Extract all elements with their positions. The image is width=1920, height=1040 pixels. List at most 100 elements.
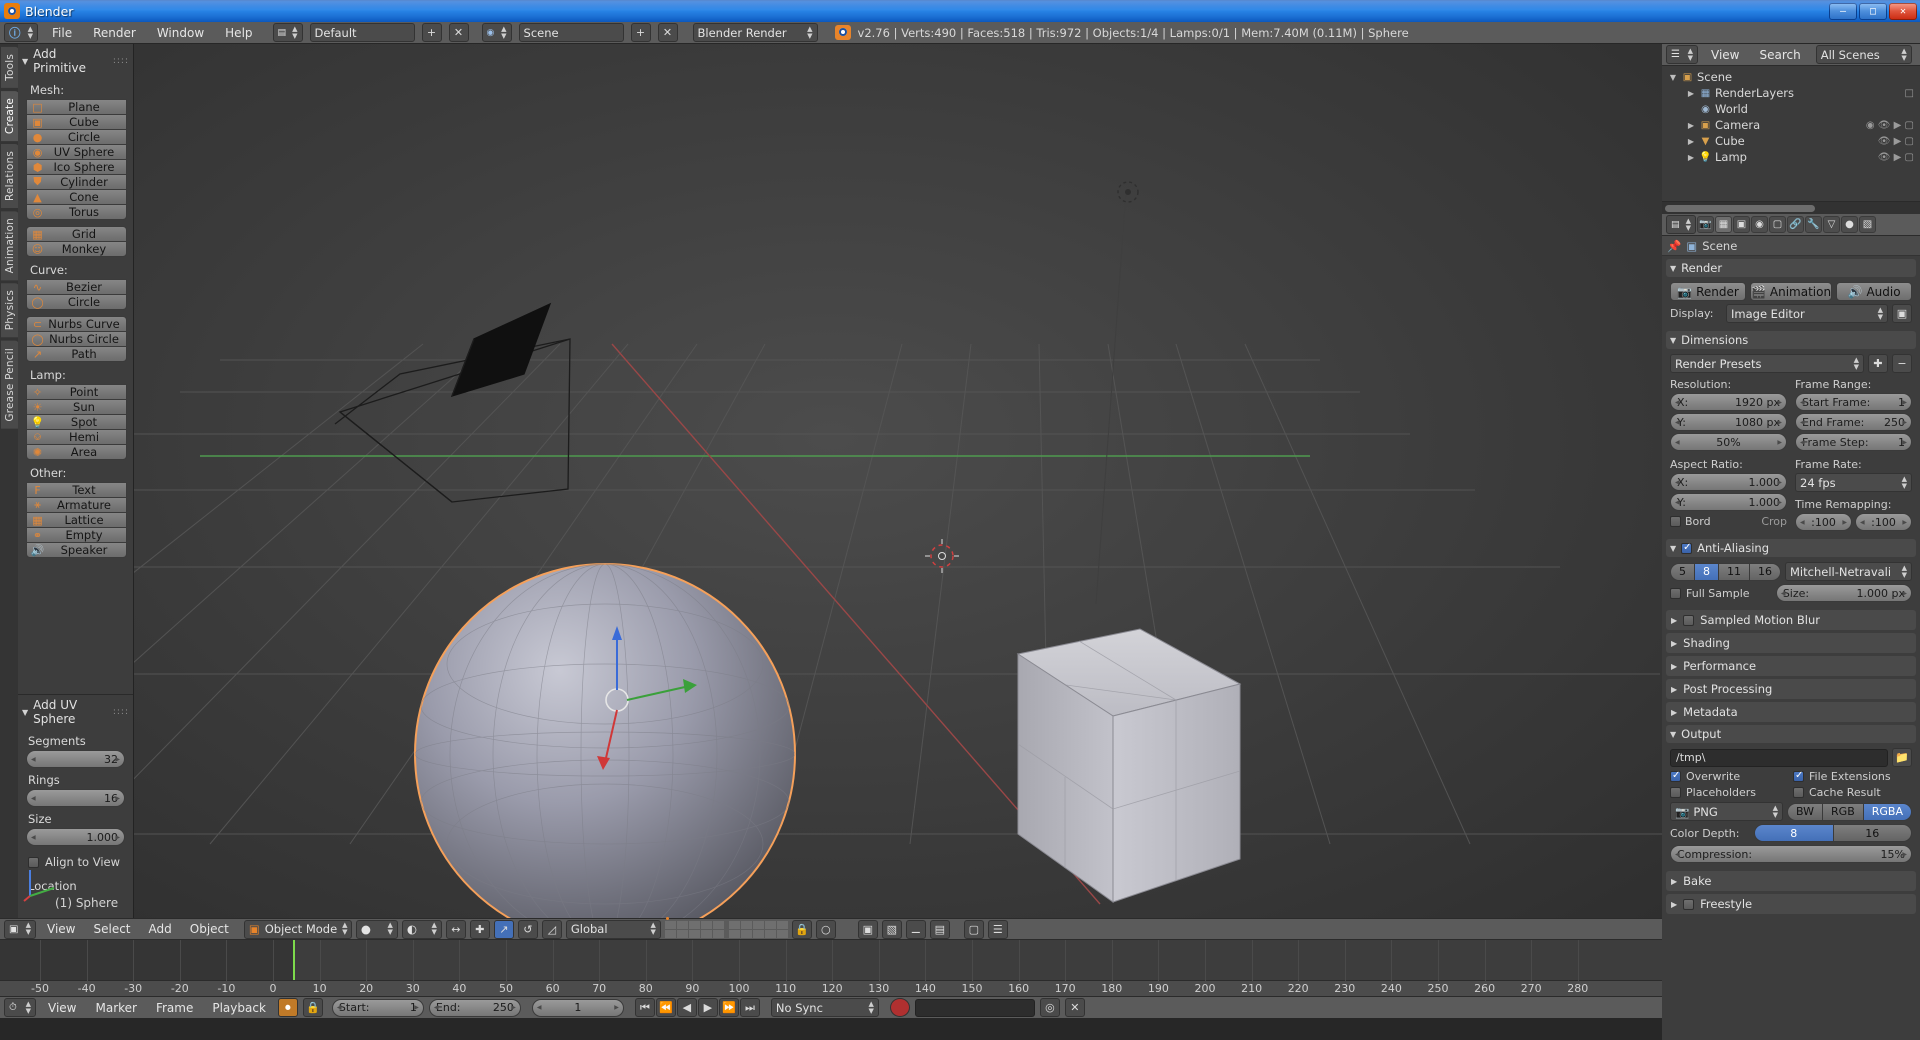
segments-input[interactable]: 32 (26, 750, 125, 768)
timeline-menu-playback[interactable]: Playback (205, 999, 273, 1017)
transform-orientation-selector[interactable]: Global ▲ ▼ (565, 919, 661, 939)
timeline-menu-view[interactable]: View (41, 999, 83, 1017)
add-nurbs-curve-button[interactable]: ⊂ Nurbs Curve (26, 316, 127, 332)
end-frame-prop-input[interactable]: End Frame: 250 (1795, 413, 1912, 431)
current-frame-input[interactable]: 1 (531, 998, 624, 1017)
remap-old-input[interactable]: :100 (1795, 513, 1852, 531)
editor-type-selector-3dview[interactable]: ▣ ▲ ▼ (4, 919, 36, 939)
resolution-x-input[interactable]: X: 1920 px (1670, 393, 1787, 411)
freestyle-checkbox[interactable] (1683, 898, 1695, 910)
resolution-y-input[interactable]: Y: 1080 px (1670, 413, 1787, 431)
viewport-menu-add[interactable]: Add (142, 920, 179, 938)
full-sample-checkbox[interactable] (1670, 587, 1681, 599)
render-engine-selector[interactable]: Blender Render ▲ ▼ (692, 23, 818, 42)
shading-panel-header[interactable]: ▶ Shading (1666, 633, 1916, 653)
cube-restrict-icons[interactable]: 👁 ▶ ▢ (1878, 136, 1918, 147)
add-cube-button[interactable]: ▣ Cube (26, 114, 127, 130)
tab-constraints-properties[interactable]: 🔗 (1787, 216, 1804, 233)
antialiasing-panel-header[interactable]: ▼ Anti-Aliasing (1666, 539, 1916, 557)
pivot-point-selector[interactable]: ◐ ▲ ▼ (401, 919, 442, 939)
record-icon[interactable] (889, 998, 910, 1017)
display-new-window-icon[interactable]: ▣ (1892, 304, 1912, 323)
add-cylinder-button[interactable]: ⛊ Cylinder (26, 174, 127, 190)
browse-folder-icon[interactable]: 📁 (1892, 748, 1912, 767)
placeholders-checkbox[interactable] (1670, 787, 1681, 798)
file-extensions-toggle[interactable]: File Extensions (1793, 770, 1912, 783)
add-hemi-lamp-button[interactable]: ⎉ Hemi (26, 429, 127, 445)
play-reverse-icon[interactable]: ◀ (676, 998, 697, 1017)
placeholders-toggle[interactable]: Placeholders (1670, 786, 1789, 799)
scale-manipulator-icon[interactable]: ◿ (541, 919, 562, 939)
expander-icon[interactable]: ▶ (1686, 137, 1696, 146)
tool-tab-grease-pencil[interactable]: Grease Pencil (1, 340, 19, 429)
expander-icon[interactable]: ▶ (1686, 89, 1696, 98)
add-speaker-button[interactable]: 🔊 Speaker (26, 542, 127, 558)
add-path-button[interactable]: ↗ Path (26, 346, 127, 362)
frame-rate-selector[interactable]: 24 fps ▲ ▼ (1795, 473, 1912, 492)
scene-selector[interactable]: Scene (518, 23, 624, 42)
aa-size-input[interactable]: Size: 1.000 px (1775, 584, 1912, 602)
camera-restrict-icons[interactable]: ◉ 👁 ▶ ▢ (1866, 120, 1918, 131)
viewport-menu-select[interactable]: Select (86, 920, 137, 938)
add-text-button[interactable]: F Text (26, 482, 127, 498)
outliner-display-mode-selector[interactable]: All Scenes ▲ ▼ (1815, 45, 1912, 64)
rings-input[interactable]: 16 (26, 789, 125, 807)
dimensions-panel-header[interactable]: ▼ Dimensions (1666, 331, 1916, 349)
tab-texture-properties[interactable]: ▧ (1859, 216, 1876, 233)
editor-type-selector-info[interactable]: ⓘ ▲ ▼ (4, 23, 38, 42)
lock-camera-icon[interactable]: 🔒 (791, 919, 812, 939)
timeline-track[interactable] (0, 940, 1662, 982)
expander-icon[interactable]: ▼ (1668, 73, 1678, 82)
previous-keyframe-icon[interactable]: ⏪ (655, 998, 676, 1017)
tab-data-properties[interactable]: ▽ (1823, 216, 1840, 233)
interaction-mode-selector[interactable]: ▣ Object Mode ▲ ▼ (243, 919, 352, 939)
compression-input[interactable]: Compression: 15% (1670, 845, 1912, 863)
viewport-shading-selector[interactable]: ● ▲ ▼ (355, 919, 398, 939)
screen-layout-selector[interactable]: Default (309, 23, 415, 42)
jump-to-start-icon[interactable]: ⏮ (634, 998, 655, 1017)
full-sample-toggle[interactable]: Full Sample (1670, 587, 1772, 600)
add-curve-circle-button[interactable]: ◯ Circle (26, 294, 127, 310)
add-bezier-button[interactable]: ∿ Bezier (26, 279, 127, 295)
manipulator-toggle-icon[interactable]: ✚ (469, 919, 490, 939)
outliner-menu-search[interactable]: Search (1752, 46, 1807, 64)
aa-sample-8[interactable]: 8 (1694, 562, 1719, 581)
antialiasing-checkbox[interactable] (1681, 542, 1693, 554)
render-panel-header[interactable]: ▼ Render (1666, 259, 1916, 277)
auto-keyframe-icon[interactable]: ⏺ (277, 998, 298, 1017)
object-data-icon[interactable]: ▢ (963, 919, 984, 939)
current-frame-indicator[interactable] (293, 940, 295, 982)
motion-blur-checkbox[interactable] (1683, 614, 1695, 626)
editor-type-selector-properties[interactable]: ▤ ▲ ▼ (1666, 215, 1696, 234)
metadata-panel-header[interactable]: ▶ Metadata (1666, 702, 1916, 722)
add-point-lamp-button[interactable]: ✧ Point (26, 384, 127, 400)
add-cone-button[interactable]: ▲ Cone (26, 189, 127, 205)
color-mode-rgb[interactable]: RGB (1822, 802, 1864, 821)
remove-preset-button[interactable]: − (1892, 354, 1912, 373)
add-scene-button[interactable]: + (630, 23, 651, 42)
bake-panel-header[interactable]: ▶ Bake (1666, 871, 1916, 891)
render-button[interactable]: 📷 Render (1670, 282, 1746, 301)
tool-tab-relations[interactable]: Relations (1, 143, 19, 208)
outliner-menu-view[interactable]: View (1704, 46, 1746, 64)
editor-type-selector-timeline[interactable]: ⏱ ▲ ▼ (4, 998, 36, 1017)
viewport-menu-view[interactable]: View (40, 920, 82, 938)
delete-keyframe-icon[interactable]: ✕ (1064, 998, 1085, 1017)
menu-render[interactable]: Render (86, 24, 143, 42)
aa-sample-11[interactable]: 11 (1718, 562, 1750, 581)
freestyle-panel-header[interactable]: ▶ Freestyle (1666, 894, 1916, 914)
add-spot-lamp-button[interactable]: 💡 Spot (26, 414, 127, 430)
next-keyframe-icon[interactable]: ⏩ (718, 998, 739, 1017)
operator-panel-header[interactable]: ▼ Add UV Sphere :::: (18, 695, 133, 729)
audio-button[interactable]: 🔊 Audio (1836, 282, 1913, 301)
maximize-button[interactable]: □ (1859, 2, 1887, 20)
output-path-input[interactable]: /tmp\ (1670, 748, 1888, 767)
expander-icon[interactable]: ▶ (1686, 121, 1696, 130)
overwrite-checkbox[interactable] (1670, 770, 1681, 782)
add-empty-button[interactable]: ⚭ Empty (26, 527, 127, 543)
close-button[interactable]: ✕ (1889, 2, 1917, 20)
insert-keyframe-icon[interactable]: ◎ (1039, 998, 1060, 1017)
post-processing-panel-header[interactable]: ▶ Post Processing (1666, 679, 1916, 699)
tab-scene-properties[interactable]: ▣ (1733, 216, 1750, 233)
file-extensions-checkbox[interactable] (1793, 770, 1804, 782)
